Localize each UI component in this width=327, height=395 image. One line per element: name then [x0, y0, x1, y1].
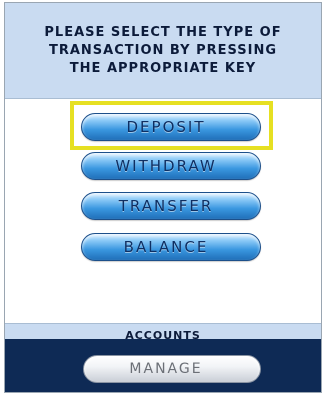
transaction-menu: DEPOSIT WITHDRAW TRANSFER BALANCE	[5, 99, 321, 323]
manage-button-label: MANAGE	[129, 361, 203, 377]
withdraw-button-label: WITHDRAW	[115, 157, 217, 175]
deposit-button[interactable]: DEPOSIT	[81, 113, 261, 141]
balance-button[interactable]: BALANCE	[81, 233, 261, 261]
manage-button[interactable]: MANAGE	[83, 355, 261, 383]
deposit-button-label: DEPOSIT	[126, 118, 206, 136]
transfer-button-label: TRANSFER	[118, 197, 214, 215]
atm-screen: PLEASE SELECT THE TYPE OF TRANSACTION BY…	[4, 2, 322, 393]
accounts-section-header: ACCOUNTS	[5, 323, 321, 342]
balance-button-label: BALANCE	[123, 238, 209, 256]
instruction-title: PLEASE SELECT THE TYPE OF TRANSACTION BY…	[44, 24, 282, 76]
transfer-button[interactable]: TRANSFER	[81, 192, 261, 220]
withdraw-button[interactable]: WITHDRAW	[81, 152, 261, 180]
instruction-header: PLEASE SELECT THE TYPE OF TRANSACTION BY…	[5, 3, 321, 99]
accounts-footer: MANAGE	[5, 339, 321, 392]
